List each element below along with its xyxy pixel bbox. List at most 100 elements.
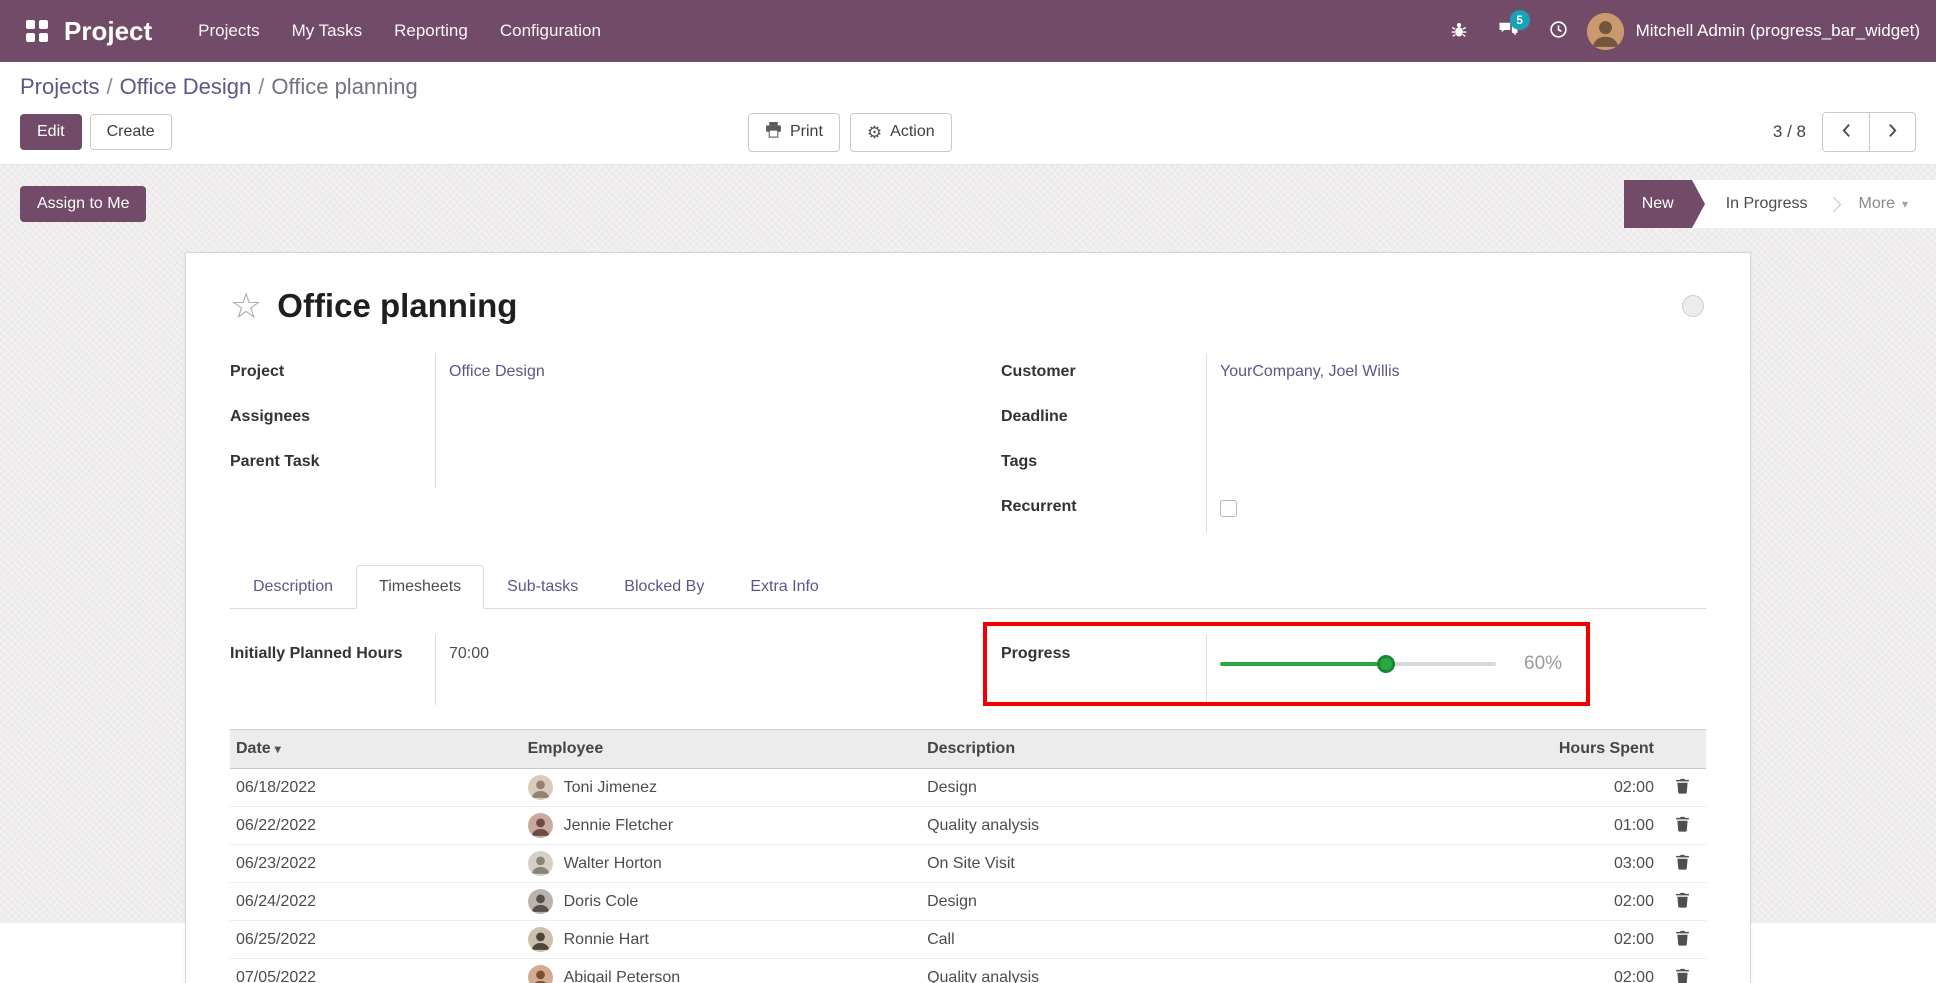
column-header-description[interactable]: Description [921,730,1348,769]
pager-next-button[interactable] [1869,113,1915,151]
tab-blocked-by[interactable]: Blocked By [601,565,727,609]
employee-name: Jennie Fletcher [564,817,673,835]
delete-row-button[interactable] [1671,928,1694,951]
tab-extra-info[interactable]: Extra Info [727,565,841,609]
stage-statusbar: New In Progress More ▾ [1624,180,1936,228]
cell-date[interactable]: 06/18/2022 [230,769,522,807]
delete-row-button[interactable] [1671,852,1694,875]
print-button[interactable]: Print [748,113,840,152]
table-row[interactable]: 06/25/2022 Ronnie Hart Call 02:00 [230,921,1706,959]
cell-hours[interactable]: 02:00 [1348,769,1660,807]
sort-desc-icon: ▾ [275,742,281,756]
cell-date[interactable]: 06/25/2022 [230,921,522,959]
messages-button[interactable]: 5 [1487,9,1531,53]
cell-description[interactable]: Call [921,921,1348,959]
stage-in-progress[interactable]: In Progress [1692,195,1828,213]
tab-sub-tasks[interactable]: Sub-tasks [484,565,601,609]
cell-date[interactable]: 06/23/2022 [230,845,522,883]
progress-value: 60% [1207,635,1706,705]
cell-date[interactable]: 07/05/2022 [230,959,522,983]
breadcrumb-separator: / [106,74,112,99]
messages-badge: 5 [1510,10,1530,30]
column-header-actions [1660,730,1706,769]
activities-button[interactable] [1537,9,1581,53]
progress-slider-fill [1220,662,1386,666]
content-area: Assign to Me New In Progress More ▾ ☆ Of… [0,165,1936,923]
trash-icon [1675,972,1690,983]
delete-row-button[interactable] [1671,814,1694,837]
cell-description[interactable]: On Site Visit [921,845,1348,883]
chevron-left-icon [1841,123,1852,141]
pager-nav [1822,112,1916,152]
tags-value [1207,443,1706,488]
customer-link[interactable]: YourCompany, Joel Willis [1220,363,1400,380]
debug-bug-button[interactable] [1437,9,1481,53]
table-row[interactable]: 07/05/2022 Abigail Peterson Quality anal… [230,959,1706,983]
progress-percent-text: 60% [1524,653,1562,675]
nav-item-configuration[interactable]: Configuration [484,11,617,51]
cell-description[interactable]: Quality analysis [921,959,1348,983]
customer-label: Customer [1001,353,1207,398]
cell-hours[interactable]: 02:00 [1348,959,1660,983]
employee-avatar [528,851,553,876]
cell-description[interactable]: Design [921,883,1348,921]
breadcrumb-current: Office planning [271,74,417,99]
action-button[interactable]: ⚙ Action [850,113,952,152]
breadcrumb-projects[interactable]: Projects [20,74,99,99]
progress-slider[interactable] [1220,662,1496,666]
app-root: Project Projects My Tasks Reporting Conf… [0,0,1936,923]
cell-hours[interactable]: 02:00 [1348,921,1660,959]
column-header-employee[interactable]: Employee [522,730,921,769]
edit-button[interactable]: Edit [20,114,82,150]
table-row[interactable]: 06/24/2022 Doris Cole Design 02:00 [230,883,1706,921]
nav-item-my-tasks[interactable]: My Tasks [276,11,379,51]
cell-description[interactable]: Design [921,769,1348,807]
delete-row-button[interactable] [1671,890,1694,913]
user-avatar[interactable] [1587,13,1624,50]
timesheet-fields: Initially Planned Hours 70:00 Progress [230,635,1706,705]
table-row[interactable]: 06/23/2022 Walter Horton On Site Visit 0… [230,845,1706,883]
recurrent-checkbox[interactable] [1220,500,1237,517]
nav-item-reporting[interactable]: Reporting [378,11,484,51]
tab-description[interactable]: Description [230,565,356,609]
deadline-value [1207,398,1706,443]
employee-avatar [528,889,553,914]
tags-label: Tags [1001,443,1207,488]
trash-icon [1675,934,1690,949]
user-menu[interactable]: Mitchell Admin (progress_bar_widget) [1636,21,1920,41]
kanban-state-icon[interactable] [1682,295,1704,317]
apps-menu-button[interactable] [16,10,58,52]
cell-date[interactable]: 06/24/2022 [230,883,522,921]
right-field-group: Customer YourCompany, Joel Willis Deadli… [1001,353,1706,533]
cell-date[interactable]: 06/22/2022 [230,807,522,845]
assign-to-me-button[interactable]: Assign to Me [20,186,146,222]
pager-previous-button[interactable] [1823,113,1869,151]
table-row[interactable]: 06/18/2022 Toni Jimenez Design 02:00 [230,769,1706,807]
progress-slider-handle[interactable] [1377,655,1395,673]
timesheet-table: Date▾ Employee Description Hours Spent 0… [230,729,1706,983]
create-button[interactable]: Create [90,114,172,150]
title-row: ☆ Office planning [230,287,1706,325]
trash-icon [1675,782,1690,797]
stage-new[interactable]: New [1624,180,1692,228]
cell-hours[interactable]: 03:00 [1348,845,1660,883]
delete-row-button[interactable] [1671,966,1694,983]
cell-description[interactable]: Quality analysis [921,807,1348,845]
column-header-hours-spent[interactable]: Hours Spent [1348,730,1660,769]
breadcrumb-office-design[interactable]: Office Design [120,74,252,99]
cell-hours[interactable]: 01:00 [1348,807,1660,845]
assignees-label: Assignees [230,398,436,443]
trash-icon [1675,820,1690,835]
column-header-date[interactable]: Date▾ [230,730,522,769]
clock-icon [1549,20,1568,42]
navbar-left: Project Projects My Tasks Reporting Conf… [16,10,617,52]
tab-timesheets[interactable]: Timesheets [356,565,484,609]
left-field-group: Project Office Design Assignees Parent T… [230,353,935,533]
project-link[interactable]: Office Design [449,363,545,380]
delete-row-button[interactable] [1671,776,1694,799]
table-row[interactable]: 06/22/2022 Jennie Fletcher Quality analy… [230,807,1706,845]
nav-item-projects[interactable]: Projects [182,11,275,51]
cell-hours[interactable]: 02:00 [1348,883,1660,921]
stage-more-dropdown[interactable]: More ▾ [1843,195,1908,213]
favorite-star-icon[interactable]: ☆ [230,288,262,324]
